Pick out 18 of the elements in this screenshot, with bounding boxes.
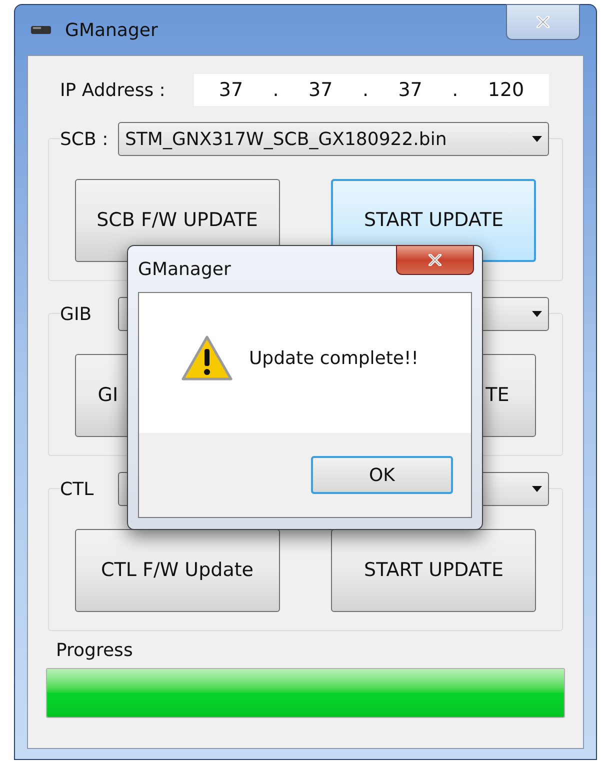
dropdown-arrow-icon xyxy=(532,136,542,142)
dialog-message: Update complete!! xyxy=(249,346,418,370)
close-button[interactable] xyxy=(506,4,580,40)
dropdown-arrow-icon xyxy=(532,311,542,317)
ok-button[interactable]: OK xyxy=(311,456,453,494)
progress-label: Progress xyxy=(56,639,134,663)
update-button[interactable]: CTL F/W Update xyxy=(74,529,280,612)
close-button[interactable] xyxy=(396,245,474,275)
close-icon xyxy=(536,16,550,28)
update-button[interactable]: START UPDATE xyxy=(331,529,536,612)
window-title: GManager xyxy=(65,18,158,42)
warning-icon xyxy=(181,335,233,381)
file-dropdown[interactable]: STM_GNX317W_SCB_GX180922.bin xyxy=(118,122,549,156)
ip-address-field[interactable]: 37 . 37 . 37 . 120 xyxy=(194,74,549,106)
ip-address-label: IP Address : xyxy=(60,78,166,102)
app-icon xyxy=(29,24,53,36)
dropdown-arrow-icon xyxy=(532,486,542,492)
close-icon xyxy=(428,254,442,266)
